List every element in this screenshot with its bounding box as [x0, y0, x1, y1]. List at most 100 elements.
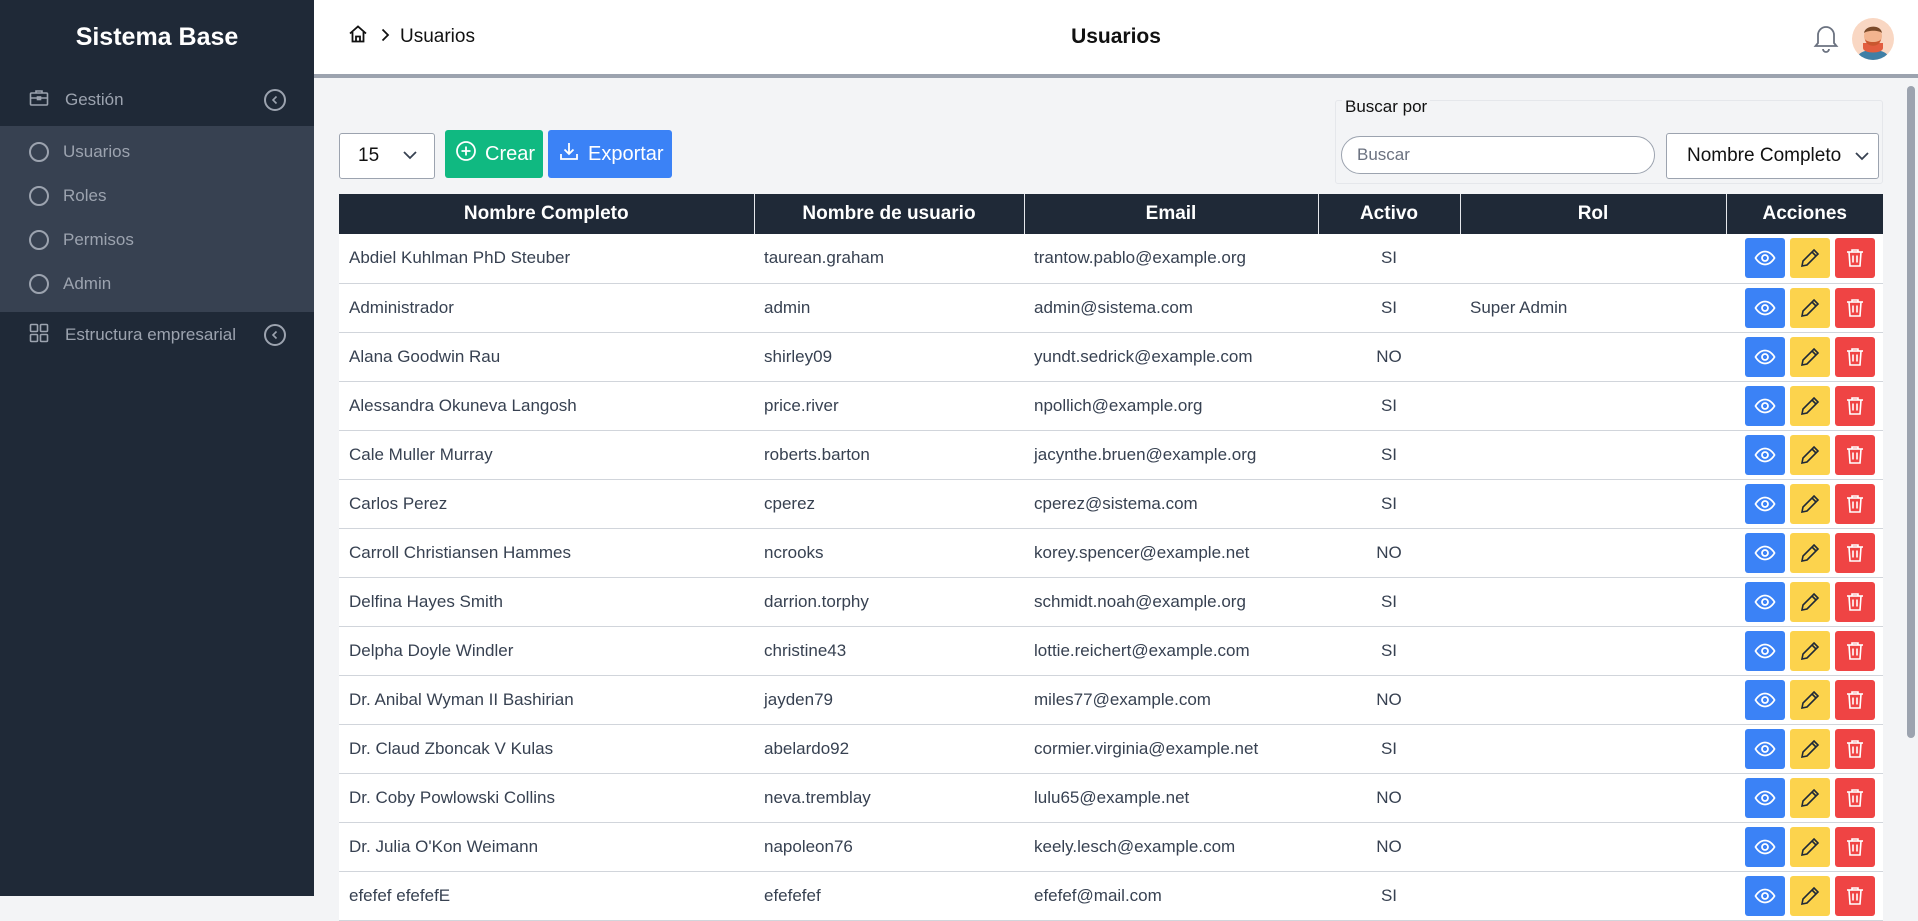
search-legend: Buscar por [1342, 97, 1431, 117]
scrollbar[interactable] [1904, 82, 1918, 896]
edit-button[interactable] [1790, 434, 1830, 475]
edit-button[interactable] [1790, 532, 1830, 573]
view-button[interactable] [1745, 434, 1785, 475]
cell-username: roberts.barton [754, 430, 1024, 480]
bell-icon[interactable] [1810, 21, 1842, 58]
cell-full-name: Dr. Anibal Wyman II Bashirian [339, 675, 754, 725]
search-input[interactable] [1341, 136, 1655, 174]
menu-head-label: Estructura empresarial [65, 325, 237, 344]
breadcrumb-current: Usuarios [400, 26, 475, 47]
cell-active: SI [1318, 724, 1460, 774]
delete-button[interactable] [1835, 483, 1875, 524]
sidebar-item-permisos[interactable]: Permisos [0, 218, 314, 262]
edit-button[interactable] [1790, 336, 1830, 377]
column-header: Acciones [1726, 194, 1883, 234]
edit-button[interactable] [1790, 630, 1830, 671]
delete-button[interactable] [1835, 532, 1875, 573]
circle-icon [29, 142, 49, 162]
menu-head-gestion[interactable]: Gestión [0, 74, 314, 126]
cell-email: lottie.reichert@example.com [1024, 626, 1318, 676]
delete-button[interactable] [1835, 434, 1875, 475]
delete-button[interactable] [1835, 238, 1875, 279]
column-header[interactable]: Activo [1318, 194, 1461, 234]
cell-role [1460, 479, 1726, 529]
cell-username: ncrooks [754, 528, 1024, 578]
cell-email: korey.spencer@example.net [1024, 528, 1318, 578]
view-button[interactable] [1745, 581, 1785, 622]
edit-button[interactable] [1790, 826, 1830, 867]
toolbar: 15 Crear Exportar Buscar por Nombre Comp… [339, 97, 1883, 184]
cell-username: price.river [754, 381, 1024, 431]
view-button[interactable] [1745, 483, 1785, 524]
chevron-down-icon [402, 147, 418, 169]
chevron-left-icon[interactable] [264, 324, 286, 346]
view-button[interactable] [1745, 777, 1785, 818]
edit-button[interactable] [1790, 287, 1830, 328]
edit-button[interactable] [1790, 385, 1830, 426]
delete-button[interactable] [1835, 287, 1875, 328]
cell-email: jacynthe.bruen@example.org [1024, 430, 1318, 480]
cell-email: miles77@example.com [1024, 675, 1318, 725]
scrollbar-thumb[interactable] [1907, 86, 1915, 738]
view-button[interactable] [1745, 287, 1785, 328]
cell-actions [1726, 577, 1883, 627]
view-button[interactable] [1745, 826, 1785, 867]
circle-icon [29, 230, 49, 250]
sidebar-item-roles[interactable]: Roles [0, 174, 314, 218]
cell-actions [1726, 479, 1883, 529]
menu-group-gestion: Gestión Usuarios Roles Permisos Admin [0, 74, 314, 312]
edit-button[interactable] [1790, 777, 1830, 818]
cell-full-name: Alessandra Okuneva Langosh [339, 381, 754, 431]
view-button[interactable] [1745, 532, 1785, 573]
column-header[interactable]: Email [1024, 194, 1319, 234]
edit-button[interactable] [1790, 483, 1830, 524]
cell-full-name: Carlos Perez [339, 479, 754, 529]
home-icon[interactable] [348, 24, 368, 50]
view-button[interactable] [1745, 630, 1785, 671]
delete-button[interactable] [1835, 679, 1875, 720]
cell-email: keely.lesch@example.com [1024, 822, 1318, 872]
cell-email: trantow.pablo@example.org [1024, 234, 1318, 284]
cell-username: abelardo92 [754, 724, 1024, 774]
circle-icon [29, 186, 49, 206]
delete-button[interactable] [1835, 777, 1875, 818]
delete-button[interactable] [1835, 630, 1875, 671]
edit-button[interactable] [1790, 238, 1830, 279]
column-header[interactable]: Nombre Completo [339, 194, 755, 234]
export-button[interactable]: Exportar [548, 130, 672, 178]
edit-button[interactable] [1790, 679, 1830, 720]
cell-full-name: Dr. Claud Zboncak V Kulas [339, 724, 754, 774]
view-button[interactable] [1745, 679, 1785, 720]
search-field-select[interactable]: Nombre Completo [1666, 133, 1879, 179]
cell-username: taurean.graham [754, 234, 1024, 284]
delete-button[interactable] [1835, 826, 1875, 867]
edit-button[interactable] [1790, 581, 1830, 622]
delete-button[interactable] [1835, 385, 1875, 426]
avatar[interactable] [1852, 18, 1894, 60]
menu-head-estructura[interactable]: Estructura empresarial [0, 312, 314, 358]
sidebar-item-usuarios[interactable]: Usuarios [0, 130, 314, 174]
view-button[interactable] [1745, 336, 1785, 377]
cell-full-name: Carroll Christiansen Hammes [339, 528, 754, 578]
cell-actions [1726, 528, 1883, 578]
cell-email: cperez@sistema.com [1024, 479, 1318, 529]
view-button[interactable] [1745, 728, 1785, 769]
delete-button[interactable] [1835, 336, 1875, 377]
cell-role [1460, 773, 1726, 823]
chevron-left-icon[interactable] [264, 89, 286, 111]
delete-button[interactable] [1835, 728, 1875, 769]
table-row: Dr. Anibal Wyman II Bashirian jayden79 mil… [339, 675, 1883, 725]
cell-active: SI [1318, 479, 1460, 529]
column-header[interactable]: Nombre de usuario [754, 194, 1025, 234]
sidebar-item-admin[interactable]: Admin [0, 262, 314, 306]
view-button[interactable] [1745, 385, 1785, 426]
view-button[interactable] [1745, 238, 1785, 279]
cell-role [1460, 234, 1726, 284]
column-header[interactable]: Rol [1460, 194, 1727, 234]
per-page-select[interactable]: 15 [339, 133, 435, 179]
sidebar-item-label: Usuarios [63, 142, 131, 161]
cell-active: NO [1318, 773, 1460, 823]
edit-button[interactable] [1790, 728, 1830, 769]
delete-button[interactable] [1835, 581, 1875, 622]
create-button[interactable]: Crear [445, 130, 543, 178]
